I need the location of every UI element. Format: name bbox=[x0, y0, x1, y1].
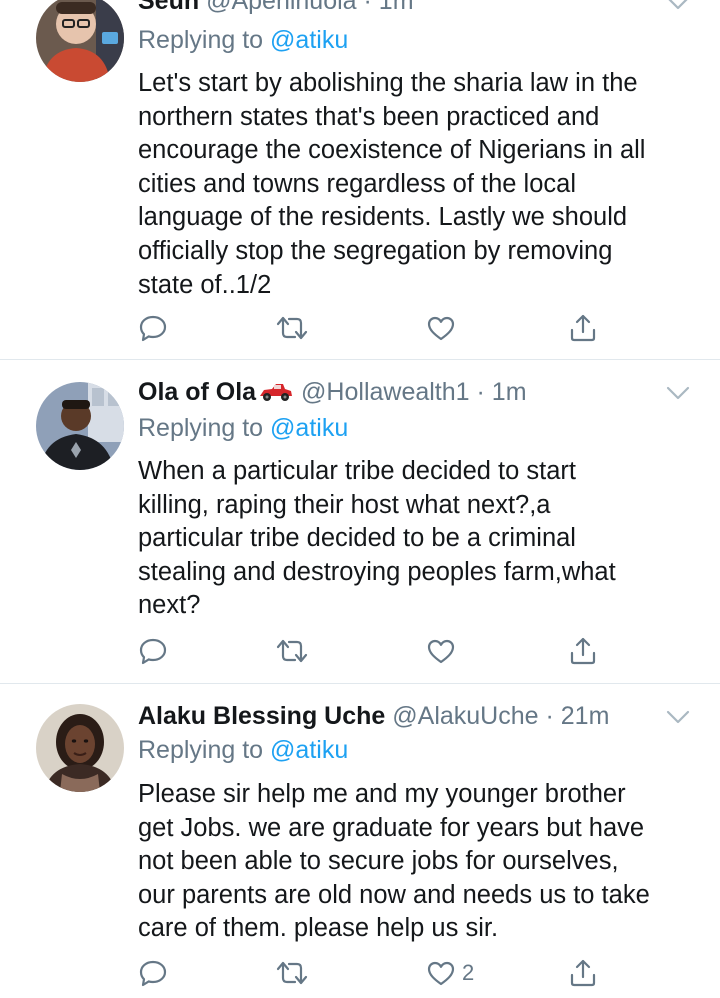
mention-link[interactable]: @atiku bbox=[270, 736, 348, 764]
divider bbox=[0, 683, 720, 684]
tweet-header: Ola of Ola @Hollawealth1 · 1m bbox=[138, 377, 527, 407]
handle[interactable]: @Apeninuola bbox=[206, 0, 357, 15]
replying-to: Replying to @atiku bbox=[138, 413, 348, 443]
avatar[interactable] bbox=[36, 0, 124, 82]
separator-dot: · bbox=[469, 378, 492, 406]
like-icon bbox=[427, 961, 455, 986]
race-car-emoji bbox=[260, 384, 293, 401]
retweet-icon bbox=[276, 961, 308, 985]
action-bar bbox=[138, 312, 608, 344]
reply-button[interactable] bbox=[138, 635, 168, 667]
timestamp[interactable]: 21m bbox=[561, 702, 610, 730]
action-bar: 2 bbox=[138, 957, 608, 989]
tweet-header: Alaku Blessing Uche @AlakuUche · 21m bbox=[138, 701, 609, 731]
handle[interactable]: @Hollawealth1 bbox=[301, 378, 470, 406]
timestamp[interactable]: 1m bbox=[492, 378, 527, 406]
tweet-text: Please sir help me and my younger brothe… bbox=[138, 780, 650, 943]
tweet-text: Let's start by abolishing the sharia law… bbox=[138, 69, 646, 299]
replying-to: Replying to @atiku bbox=[138, 735, 348, 765]
display-name[interactable]: Seun bbox=[138, 0, 199, 15]
retweet-icon bbox=[276, 639, 308, 663]
share-button[interactable] bbox=[568, 635, 598, 667]
reply-icon bbox=[139, 638, 167, 665]
share-icon bbox=[570, 959, 596, 987]
reply-icon bbox=[139, 315, 167, 342]
replying-to: Replying to @atiku bbox=[138, 25, 348, 55]
separator-dot: · bbox=[356, 0, 379, 15]
mention-link[interactable]: @atiku bbox=[270, 414, 348, 442]
like-icon bbox=[427, 639, 455, 664]
retweet-button[interactable] bbox=[275, 312, 309, 344]
handle[interactable]: @AlakuUche bbox=[392, 702, 538, 730]
like-icon bbox=[427, 316, 455, 341]
timestamp[interactable]: 1m bbox=[379, 0, 414, 15]
share-icon bbox=[570, 637, 596, 665]
display-name[interactable]: Ola of Ola bbox=[138, 378, 256, 406]
reply-button[interactable] bbox=[138, 312, 168, 344]
mention-link[interactable]: @atiku bbox=[270, 26, 348, 54]
share-button[interactable] bbox=[568, 957, 598, 989]
replying-prefix: Replying to bbox=[138, 736, 264, 764]
chevron-down-icon[interactable] bbox=[666, 386, 690, 402]
share-button[interactable] bbox=[568, 312, 598, 344]
action-bar bbox=[138, 635, 608, 667]
avatar[interactable] bbox=[36, 382, 124, 470]
retweet-icon bbox=[276, 316, 308, 340]
retweet-button[interactable] bbox=[275, 635, 309, 667]
retweet-button[interactable] bbox=[275, 957, 309, 989]
reply-icon bbox=[139, 960, 167, 987]
separator-dot: · bbox=[538, 702, 561, 730]
like-button[interactable]: 2 bbox=[426, 957, 474, 989]
tweet-header: Seun @Apeninuola · 1m bbox=[138, 0, 414, 16]
share-icon bbox=[570, 314, 596, 342]
replying-prefix: Replying to bbox=[138, 26, 264, 54]
like-count: 2 bbox=[462, 960, 475, 985]
like-button[interactable] bbox=[426, 635, 462, 667]
chevron-down-icon[interactable] bbox=[666, 710, 690, 726]
tweet-text: When a particular tribe decided to start… bbox=[138, 457, 616, 620]
chevron-down-icon[interactable] bbox=[666, 0, 690, 12]
avatar[interactable] bbox=[36, 704, 124, 792]
like-button[interactable] bbox=[426, 312, 462, 344]
divider bbox=[0, 359, 720, 360]
replying-prefix: Replying to bbox=[138, 414, 264, 442]
reply-button[interactable] bbox=[138, 957, 168, 989]
display-name[interactable]: Alaku Blessing Uche bbox=[138, 702, 385, 730]
